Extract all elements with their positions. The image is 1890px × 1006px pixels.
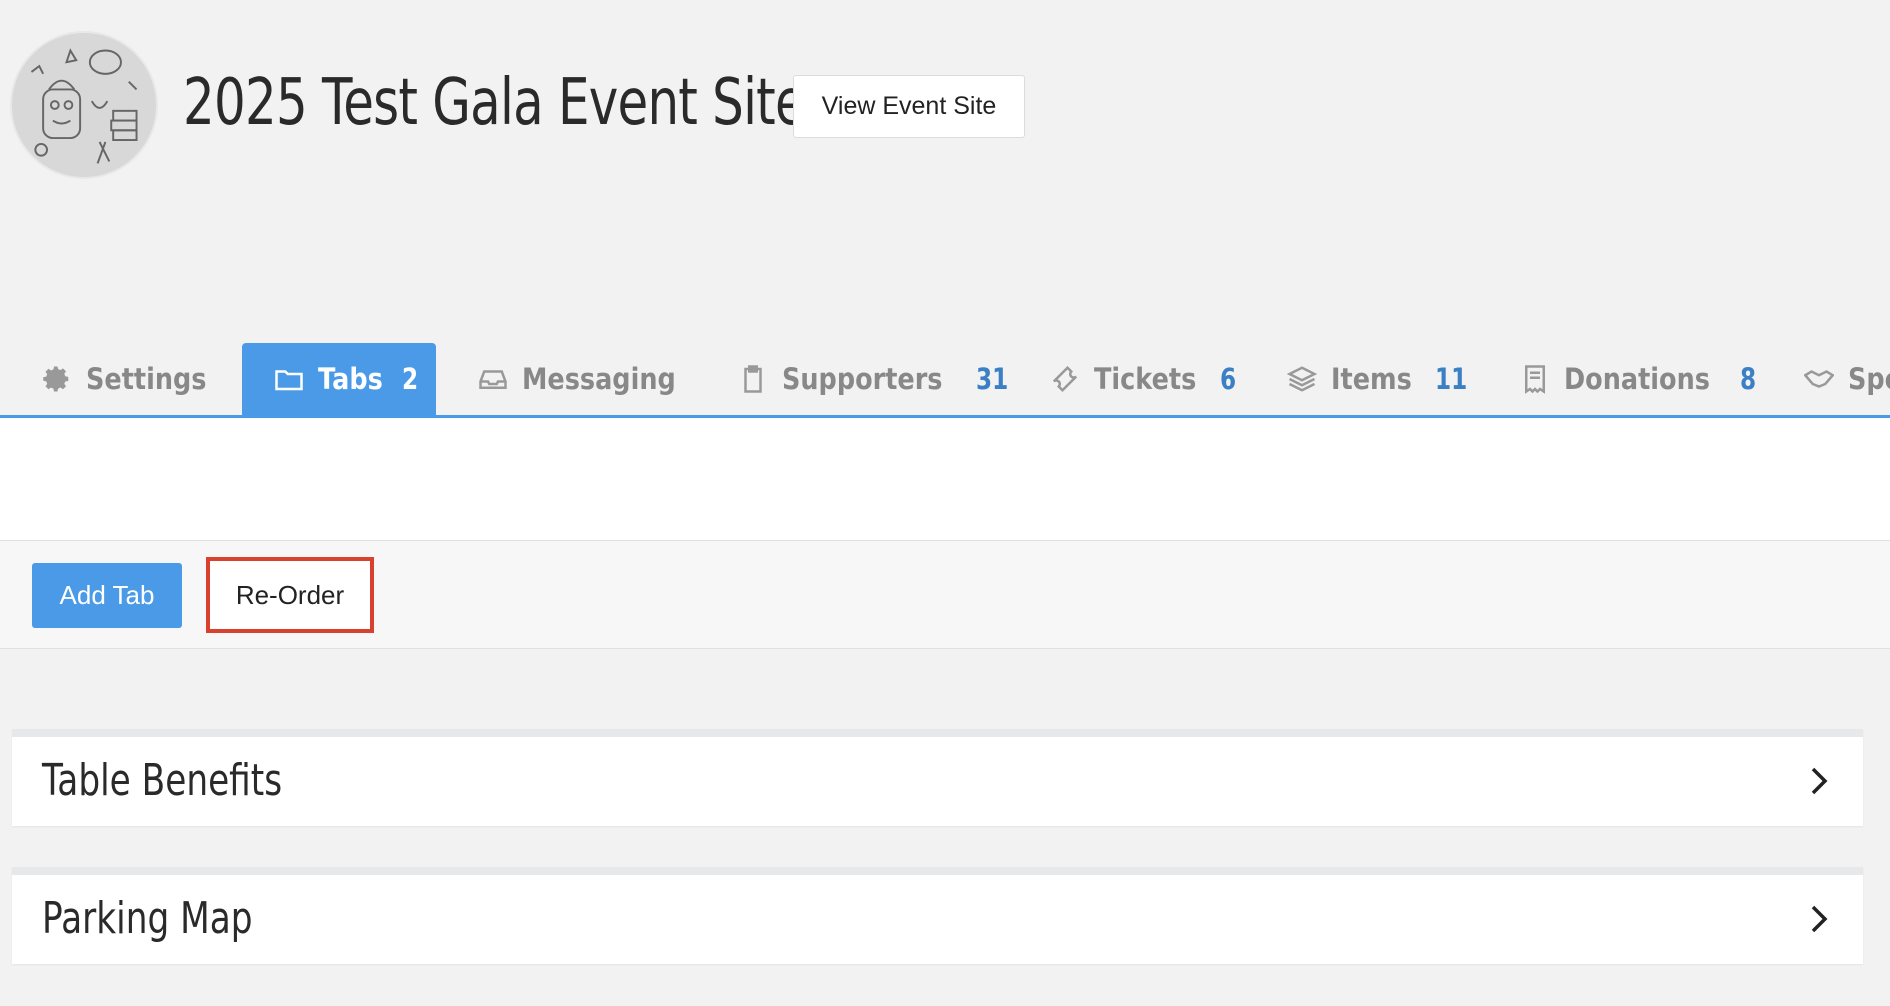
inbox-icon <box>478 364 508 394</box>
tab-tickets[interactable]: Tickets 6 <box>1050 343 1238 415</box>
tabs-toolbar: Add Tab Re-Order <box>0 541 1890 649</box>
tab-items-count: 11 <box>1434 362 1468 396</box>
tab-settings[interactable]: Settings <box>42 343 223 415</box>
tab-sponsors[interactable]: Spe <box>1804 343 1890 415</box>
handshake-icon <box>1804 364 1834 394</box>
tab-supporters-count: 31 <box>976 362 1009 396</box>
tab-donations-label: Donations <box>1564 362 1710 396</box>
reorder-button[interactable]: Re-Order <box>206 557 374 633</box>
tab-bar: Settings Tabs 2 Messaging Supporters 31 … <box>0 343 1890 418</box>
tab-panel-table-benefits[interactable]: Table Benefits <box>12 729 1863 826</box>
gear-icon <box>42 364 72 394</box>
tab-messaging-label: Messaging <box>522 362 676 396</box>
content-band <box>0 418 1890 541</box>
tab-items-label: Items <box>1331 362 1412 396</box>
receipt-icon <box>1520 364 1550 394</box>
ticket-icon <box>1050 364 1080 394</box>
tab-panel-parking-map[interactable]: Parking Map <box>12 867 1863 964</box>
tab-items[interactable]: Items 11 <box>1287 343 1471 415</box>
clipboard-icon <box>738 364 768 394</box>
tab-tabs[interactable]: Tabs 2 <box>242 343 436 415</box>
tab-supporters[interactable]: Supporters 31 <box>738 343 1013 415</box>
chevron-right-icon[interactable] <box>1805 763 1833 799</box>
tab-donations[interactable]: Donations 8 <box>1520 343 1758 415</box>
chevron-right-icon[interactable] <box>1805 901 1833 937</box>
tab-tabs-count: 2 <box>401 362 418 396</box>
tab-tickets-label: Tickets <box>1094 362 1197 396</box>
event-avatar <box>10 31 158 179</box>
tab-sponsors-label: Spe <box>1848 362 1890 396</box>
tab-donations-count: 8 <box>1739 362 1757 396</box>
panel-title: Table Benefits <box>42 755 283 806</box>
add-tab-button[interactable]: Add Tab <box>32 563 182 628</box>
tab-tickets-count: 6 <box>1220 362 1237 396</box>
tab-tabs-label: Tabs <box>318 362 383 396</box>
page-title: 2025 Test Gala Event Site <box>183 66 806 140</box>
tab-messaging[interactable]: Messaging <box>478 343 697 415</box>
tab-settings-label: Settings <box>86 362 207 396</box>
view-event-site-button[interactable]: View Event Site <box>793 75 1025 138</box>
folder-icon <box>274 364 304 394</box>
layers-icon <box>1287 364 1317 394</box>
event-header: 2025 Test Gala Event Site View Event Sit… <box>0 0 1890 200</box>
doodle-image <box>12 33 156 177</box>
tab-supporters-label: Supporters <box>782 362 943 396</box>
panel-title: Parking Map <box>42 893 253 944</box>
